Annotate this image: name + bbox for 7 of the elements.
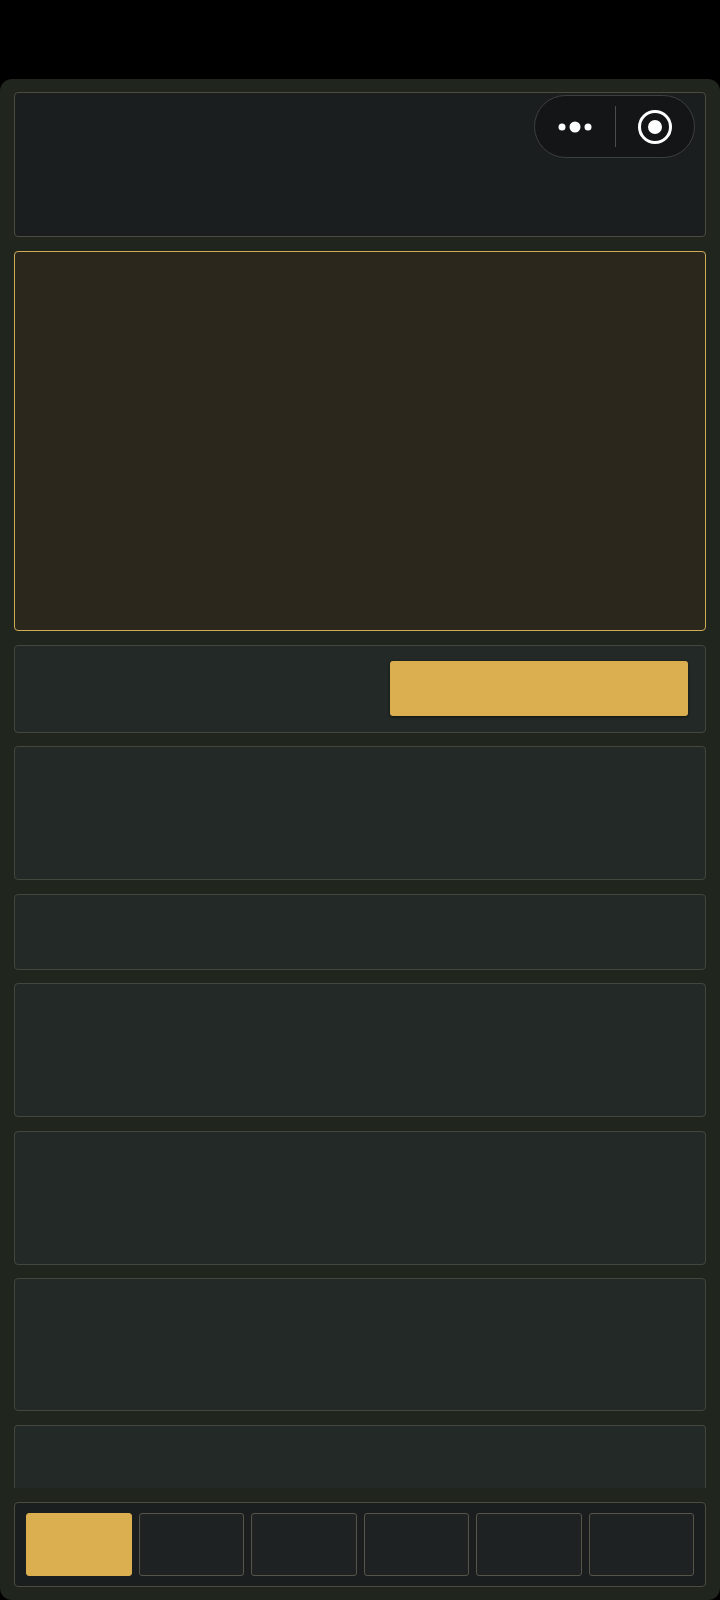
nav-tab[interactable]: [363, 1513, 469, 1576]
nav-tab[interactable]: [251, 1513, 357, 1576]
target-icon[interactable]: [638, 109, 672, 144]
nav-tab[interactable]: [138, 1513, 244, 1576]
nav-tab[interactable]: [588, 1513, 694, 1576]
nav-tab[interactable]: [476, 1513, 582, 1576]
more-icon[interactable]: [558, 120, 592, 133]
